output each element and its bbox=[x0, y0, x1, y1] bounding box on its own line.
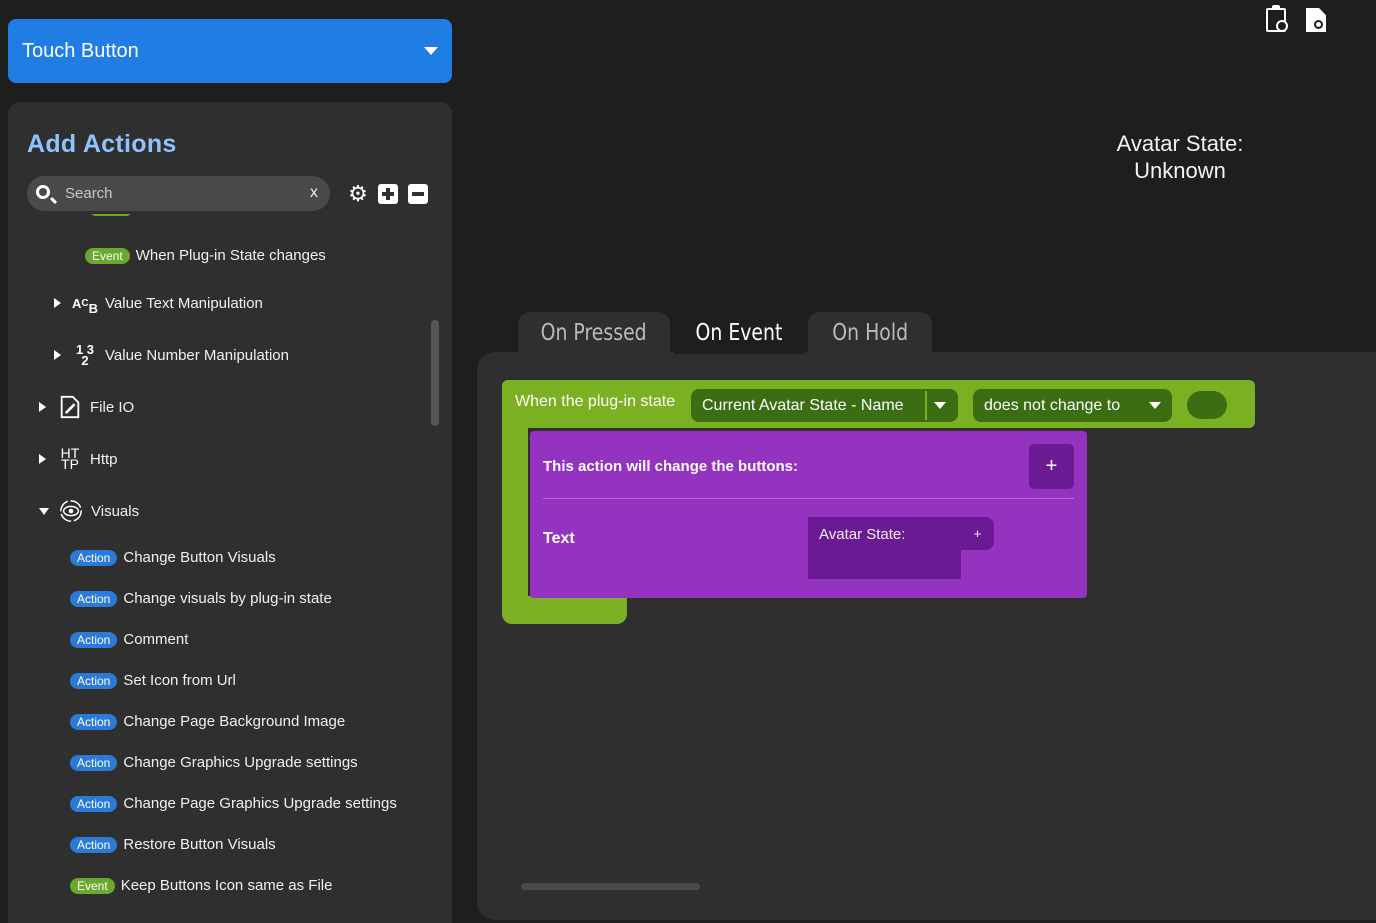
action-badge: Action bbox=[70, 795, 118, 812]
category-visuals[interactable]: Visuals bbox=[39, 498, 139, 524]
eye-icon bbox=[59, 498, 83, 524]
add-property-button[interactable]: + bbox=[1029, 444, 1074, 489]
divider bbox=[543, 498, 1074, 499]
chevron-down-icon bbox=[424, 47, 438, 55]
file-edit-icon bbox=[58, 394, 82, 420]
plugin-state-value: Current Avatar State - Name bbox=[702, 396, 904, 414]
chevron-down-icon bbox=[1149, 402, 1161, 409]
action-block-title: This action will change the buttons: bbox=[543, 458, 799, 475]
search-icon bbox=[36, 185, 50, 199]
list-item-label: Change Page Background Image bbox=[123, 713, 346, 730]
condition-select[interactable]: does not change to bbox=[973, 389, 1172, 422]
expand-all-button[interactable] bbox=[378, 184, 398, 204]
list-item[interactable]: Event When Plug-in State changes bbox=[85, 247, 326, 264]
category-value-number[interactable]: 1 32 Value Number Manipulation bbox=[54, 342, 289, 368]
tab-on-pressed[interactable]: On Pressed bbox=[518, 312, 670, 354]
list-item-label: Keep Buttons Icon same as File bbox=[120, 877, 333, 894]
tab-label: On Event bbox=[695, 320, 783, 346]
action-badge: Action bbox=[70, 672, 118, 689]
list-item[interactable]: Action Set Icon from Url bbox=[70, 672, 236, 689]
action-badge: Action bbox=[70, 836, 118, 853]
action-badge: Action bbox=[70, 713, 118, 730]
preview-line-2: Unknown bbox=[1134, 158, 1226, 183]
action-badge: Action bbox=[70, 549, 118, 566]
condition-value: does not change to bbox=[984, 396, 1121, 414]
list-item-label: Change visuals by plug-in state bbox=[123, 590, 332, 607]
button-type-label: Touch Button bbox=[22, 39, 139, 62]
list-item[interactable]: Action Change Button Visuals bbox=[70, 549, 276, 566]
list-item-label: Change Button Visuals bbox=[123, 549, 276, 566]
category-label: Visuals bbox=[91, 502, 140, 520]
category-http[interactable]: HT TP Http bbox=[39, 446, 118, 472]
editor-horizontal-scrollbar[interactable] bbox=[521, 883, 700, 890]
tab-on-hold[interactable]: On Hold bbox=[808, 312, 932, 354]
list-item-label: Comment bbox=[123, 631, 189, 648]
category-label: File IO bbox=[90, 398, 135, 416]
search-input[interactable] bbox=[65, 176, 295, 211]
category-value-text[interactable]: ACB Value Text Manipulation bbox=[54, 290, 263, 316]
insert-variable-button[interactable]: + bbox=[961, 517, 994, 550]
category-label: Http bbox=[90, 450, 118, 468]
tab-label: On Pressed bbox=[540, 320, 648, 346]
expand-arrow-icon bbox=[39, 454, 46, 464]
button-type-dropdown[interactable]: Touch Button bbox=[8, 19, 452, 83]
file-badge-icon bbox=[1314, 20, 1323, 29]
expand-arrow-icon bbox=[54, 350, 61, 360]
event-block-bottom bbox=[502, 596, 627, 624]
dropdown-separator bbox=[925, 391, 927, 420]
plugin-state-select[interactable]: Current Avatar State - Name bbox=[691, 389, 958, 422]
expand-arrow-icon bbox=[54, 298, 61, 308]
button-preview: Avatar State: Unknown bbox=[1090, 130, 1270, 184]
list-item-label: Change Graphics Upgrade settings bbox=[123, 754, 358, 771]
chevron-down-icon bbox=[934, 402, 946, 409]
category-file-io[interactable]: File IO bbox=[39, 394, 134, 420]
event-block-label: When the plug-in state bbox=[515, 393, 676, 410]
panel-title: Add Actions bbox=[27, 130, 177, 158]
list-item-label: Change Page Graphics Upgrade settings bbox=[123, 795, 397, 812]
list-item-label: Restore Button Visuals bbox=[123, 836, 276, 853]
http-icon: HT TP bbox=[60, 445, 80, 472]
text-field-label: Text bbox=[543, 530, 575, 547]
event-badge: Event bbox=[70, 877, 115, 894]
list-item[interactable]: Action Change visuals by plug-in state bbox=[70, 590, 332, 607]
number-icon: 1 32 bbox=[75, 342, 95, 368]
list-item[interactable]: Event Keep Buttons Icon same as File bbox=[70, 877, 332, 894]
list-item-label: When Plug-in State changes bbox=[135, 247, 326, 264]
action-badge: Action bbox=[70, 631, 118, 648]
list-item[interactable]: Action Change Graphics Upgrade settings bbox=[70, 754, 358, 771]
list-item-label: Set Icon from Url bbox=[123, 672, 236, 689]
preview-line-1: Avatar State: bbox=[1116, 131, 1244, 156]
add-actions-panel: Add Actions x ⚙ Event When Plug-in State… bbox=[8, 102, 452, 923]
expand-arrow-icon bbox=[39, 402, 46, 412]
clipboard-icon[interactable] bbox=[1266, 5, 1288, 32]
search-box: x bbox=[27, 176, 330, 211]
gear-icon[interactable]: ⚙ bbox=[348, 183, 368, 205]
list-item[interactable]: Action Comment bbox=[70, 631, 188, 648]
collapse-all-button[interactable] bbox=[408, 184, 428, 204]
partial-event-badge bbox=[90, 214, 132, 216]
tab-label: On Hold bbox=[832, 320, 908, 346]
text-field-input[interactable] bbox=[808, 517, 961, 579]
state-value-input[interactable] bbox=[1187, 391, 1227, 419]
list-item[interactable]: Action Change Page Graphics Upgrade setti… bbox=[70, 795, 397, 812]
event-badge: Event bbox=[85, 247, 130, 264]
action-tree: Event When Plug-in State changes ACB Val… bbox=[8, 214, 428, 923]
action-badge: Action bbox=[70, 754, 118, 771]
list-item[interactable]: Action Change Page Background Image bbox=[70, 713, 345, 730]
panel-scrollbar[interactable] bbox=[431, 320, 439, 426]
category-label: Value Number Manipulation bbox=[105, 346, 289, 364]
abc-icon: ACB bbox=[72, 295, 99, 316]
clear-search-button[interactable]: x bbox=[310, 184, 318, 202]
collapse-arrow-icon bbox=[39, 507, 49, 515]
tab-on-event[interactable]: On Event bbox=[674, 312, 804, 354]
category-label: Value Text Manipulation bbox=[105, 294, 263, 312]
list-item[interactable]: Action Restore Button Visuals bbox=[70, 836, 276, 853]
action-badge: Action bbox=[70, 590, 118, 607]
